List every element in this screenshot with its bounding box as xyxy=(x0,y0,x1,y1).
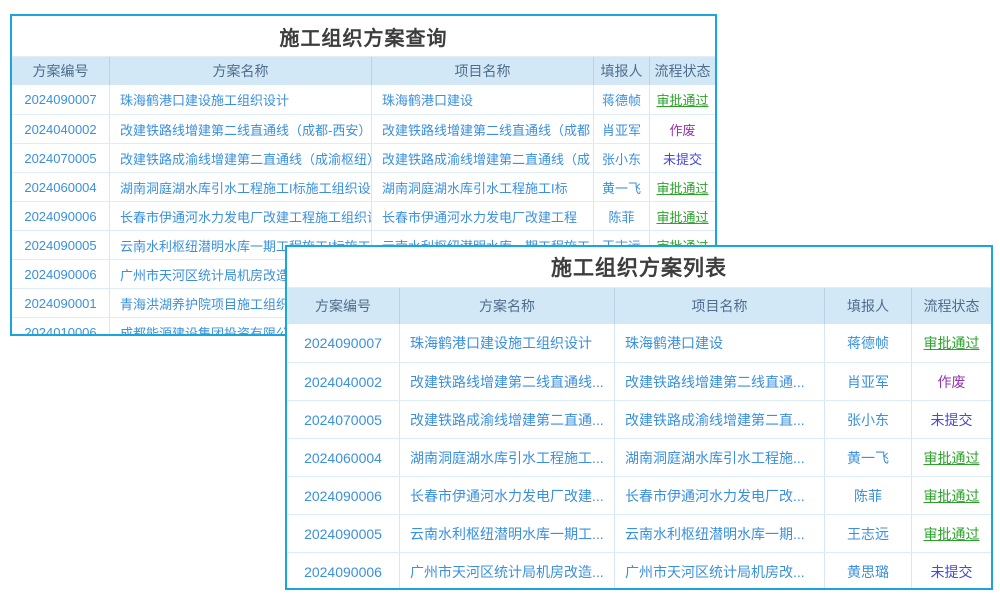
cell-reporter: 肖亚军 xyxy=(593,115,649,143)
cell-reporter: 蒋德帧 xyxy=(824,324,911,362)
status-badge[interactable]: 审批通过 xyxy=(649,202,715,230)
cell-project-name: 长春市伊通河水力发电厂改... xyxy=(614,477,824,514)
table-row[interactable]: 2024090006长春市伊通河水力发电厂改建工程施工组织设计长春市伊通河水力发… xyxy=(12,201,715,230)
cell-plan-no: 2024090005 xyxy=(12,231,109,259)
cell-project-name: 珠海鹤港口建设 xyxy=(371,85,593,114)
cell-project-name: 广州市天河区统计局机房改... xyxy=(614,553,824,590)
cell-reporter: 黄一飞 xyxy=(593,173,649,201)
status-badge[interactable]: 审批通过 xyxy=(911,477,991,514)
table-row[interactable]: 2024090007珠海鹤港口建设施工组织设计珠海鹤港口建设蒋德帧审批通过 xyxy=(287,324,991,362)
cell-plan-no: 2024090006 xyxy=(12,202,109,230)
table-row[interactable]: 2024040002改建铁路线增建第二线直通线（成都-西安）增改建铁路线增建第二… xyxy=(12,114,715,143)
cell-plan-no: 2024040002 xyxy=(287,363,399,400)
status-badge[interactable]: 审批通过 xyxy=(911,324,991,362)
cell-plan-no: 2024010006 xyxy=(12,318,109,336)
table-row[interactable]: 2024040002改建铁路线增建第二线直通线...改建铁路线增建第二线直通..… xyxy=(287,362,991,400)
status-badge[interactable]: 审批通过 xyxy=(649,85,715,114)
query-column-header: 项目名称 xyxy=(371,57,593,85)
table-row[interactable]: 2024060004湖南洞庭湖水库引水工程施工I标施工组织设计湖南洞庭湖水库引水… xyxy=(12,172,715,201)
list-panel: 施工组织方案列表 方案编号方案名称项目名称填报人流程状态 2024090007珠… xyxy=(285,245,993,590)
cell-plan-name: 改建铁路成渝线增建第二直通线（成渝枢纽） xyxy=(109,144,371,172)
query-column-header: 方案编号 xyxy=(12,57,109,85)
cell-project-name: 改建铁路线增建第二线直通线（成都 xyxy=(371,115,593,143)
query-column-header: 流程状态 xyxy=(649,57,715,85)
cell-reporter: 张小东 xyxy=(824,401,911,438)
status-badge: 未提交 xyxy=(911,553,991,590)
cell-project-name: 改建铁路成渝线增建第二直... xyxy=(614,401,824,438)
status-badge[interactable]: 审批通过 xyxy=(911,515,991,552)
status-badge[interactable]: 审批通过 xyxy=(911,439,991,476)
table-row[interactable]: 2024070005改建铁路成渝线增建第二直通线（成渝枢纽）改建铁路成渝线增建第… xyxy=(12,143,715,172)
status-badge: 未提交 xyxy=(911,401,991,438)
table-row[interactable]: 2024090006长春市伊通河水力发电厂改建...长春市伊通河水力发电厂改..… xyxy=(287,476,991,514)
cell-plan-no: 2024090006 xyxy=(12,260,109,288)
cell-plan-name: 长春市伊通河水力发电厂改建... xyxy=(399,477,614,514)
cell-project-name: 湖南洞庭湖水库引水工程施工I标 xyxy=(371,173,593,201)
list-panel-title: 施工组织方案列表 xyxy=(287,247,991,287)
query-column-header: 填报人 xyxy=(593,57,649,85)
cell-plan-name: 云南水利枢纽潜明水库一期工... xyxy=(399,515,614,552)
cell-plan-no: 2024070005 xyxy=(287,401,399,438)
list-column-header: 方案编号 xyxy=(287,288,399,324)
cell-plan-no: 2024060004 xyxy=(12,173,109,201)
cell-plan-name: 湖南洞庭湖水库引水工程施工... xyxy=(399,439,614,476)
cell-reporter: 陈菲 xyxy=(824,477,911,514)
cell-plan-no: 2024090001 xyxy=(12,289,109,317)
list-table-body: 2024090007珠海鹤港口建设施工组织设计珠海鹤港口建设蒋德帧审批通过202… xyxy=(287,324,991,590)
cell-project-name: 改建铁路线增建第二线直通... xyxy=(614,363,824,400)
query-panel-title: 施工组织方案查询 xyxy=(12,16,715,56)
cell-project-name: 云南水利枢纽潜明水库一期... xyxy=(614,515,824,552)
cell-plan-name: 珠海鹤港口建设施工组织设计 xyxy=(109,85,371,114)
cell-plan-name: 湖南洞庭湖水库引水工程施工I标施工组织设计 xyxy=(109,173,371,201)
cell-plan-no: 2024060004 xyxy=(287,439,399,476)
table-row[interactable]: 2024070005改建铁路成渝线增建第二直通...改建铁路成渝线增建第二直..… xyxy=(287,400,991,438)
cell-project-name: 湖南洞庭湖水库引水工程施... xyxy=(614,439,824,476)
cell-plan-name: 长春市伊通河水力发电厂改建工程施工组织设计 xyxy=(109,202,371,230)
table-row[interactable]: 2024060004湖南洞庭湖水库引水工程施工...湖南洞庭湖水库引水工程施..… xyxy=(287,438,991,476)
table-row[interactable]: 2024090006广州市天河区统计局机房改造...广州市天河区统计局机房改..… xyxy=(287,552,991,590)
cell-plan-no: 2024090007 xyxy=(12,85,109,114)
cell-reporter: 蒋德帧 xyxy=(593,85,649,114)
cell-plan-name: 广州市天河区统计局机房改造... xyxy=(399,553,614,590)
cell-plan-name: 改建铁路成渝线增建第二直通... xyxy=(399,401,614,438)
table-row[interactable]: 2024090007珠海鹤港口建设施工组织设计珠海鹤港口建设蒋德帧审批通过 xyxy=(12,85,715,114)
list-table-header: 方案编号方案名称项目名称填报人流程状态 xyxy=(287,287,991,324)
cell-reporter: 张小东 xyxy=(593,144,649,172)
cell-plan-no: 2024090006 xyxy=(287,477,399,514)
cell-plan-no: 2024090007 xyxy=(287,324,399,362)
cell-project-name: 珠海鹤港口建设 xyxy=(614,324,824,362)
cell-reporter: 王志远 xyxy=(824,515,911,552)
table-row[interactable]: 2024090005云南水利枢纽潜明水库一期工...云南水利枢纽潜明水库一期..… xyxy=(287,514,991,552)
status-badge: 未提交 xyxy=(649,144,715,172)
cell-plan-no: 2024090006 xyxy=(287,553,399,590)
list-column-header: 填报人 xyxy=(824,288,911,324)
cell-reporter: 陈菲 xyxy=(593,202,649,230)
status-badge: 作废 xyxy=(649,115,715,143)
list-column-header: 项目名称 xyxy=(614,288,824,324)
cell-reporter: 肖亚军 xyxy=(824,363,911,400)
cell-reporter: 黄一飞 xyxy=(824,439,911,476)
status-badge: 作废 xyxy=(911,363,991,400)
cell-plan-name: 珠海鹤港口建设施工组织设计 xyxy=(399,324,614,362)
cell-project-name: 改建铁路成渝线增建第二直通线（成 xyxy=(371,144,593,172)
status-badge[interactable]: 审批通过 xyxy=(649,173,715,201)
cell-plan-no: 2024090005 xyxy=(287,515,399,552)
cell-plan-no: 2024070005 xyxy=(12,144,109,172)
query-table-header: 方案编号方案名称项目名称填报人流程状态 xyxy=(12,56,715,85)
list-column-header: 流程状态 xyxy=(911,288,991,324)
list-column-header: 方案名称 xyxy=(399,288,614,324)
cell-plan-name: 改建铁路线增建第二线直通线（成都-西安）增 xyxy=(109,115,371,143)
query-column-header: 方案名称 xyxy=(109,57,371,85)
cell-project-name: 长春市伊通河水力发电厂改建工程 xyxy=(371,202,593,230)
cell-plan-no: 2024040002 xyxy=(12,115,109,143)
cell-plan-name: 改建铁路线增建第二线直通线... xyxy=(399,363,614,400)
cell-reporter: 黄思璐 xyxy=(824,553,911,590)
